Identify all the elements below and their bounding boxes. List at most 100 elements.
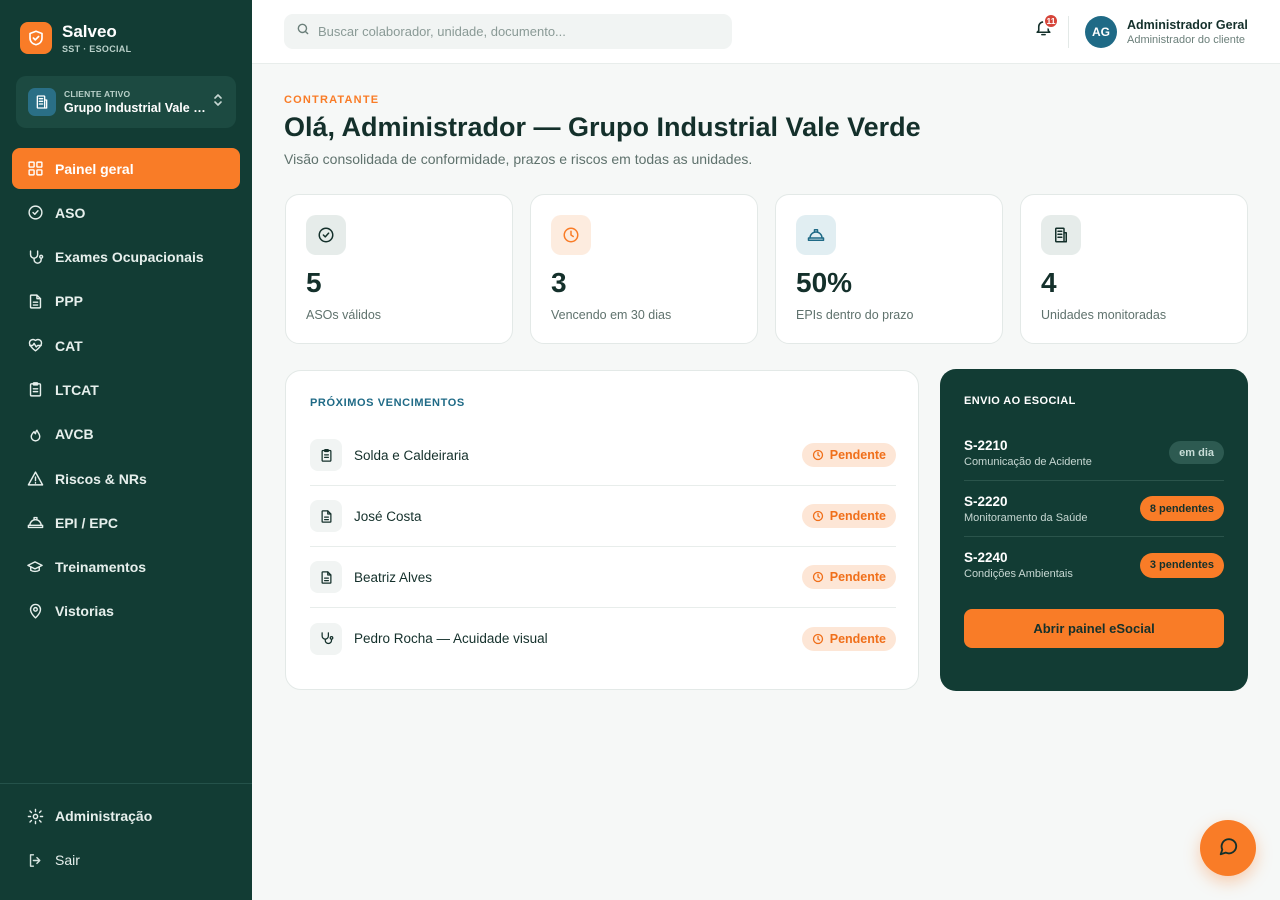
main-nav: Painel geral ASO Exames Ocupacionais PPP… [12,148,240,635]
sidebar-item-label: Treinamentos [55,559,147,576]
sidebar-item-ltcat[interactable]: LTCAT [12,369,240,410]
event-desc: Comunicação de Acidente [964,455,1092,468]
stat-card-asos[interactable]: 5 ASOs válidos [285,194,513,344]
warning-icon [26,470,44,488]
notifications-button[interactable]: 11 [1030,13,1059,43]
sidebar-item-vistorias[interactable]: Vistorias [12,591,240,632]
event-code: S-2220 [964,493,1008,509]
item-label: José Costa [354,508,422,524]
chat-button[interactable] [1200,820,1256,876]
client-selector[interactable]: CLIENTE ATIVO Grupo Industrial Vale Verd… [16,76,236,128]
item-label: Pedro Rocha — Acuidade visual [354,631,548,646]
avatar: AG [1085,16,1117,48]
sidebar-item-administracao[interactable]: Administração [12,796,240,836]
page-title: Olá, Administrador — Grupo Industrial Va… [284,112,921,142]
panel-title: PRÓXIMOS VENCIMENTOS [310,397,465,409]
logout-button[interactable]: Sair [12,840,240,880]
sidebar-item-label: PPP [55,293,84,310]
user-menu[interactable]: AG Administrador Geral Administrador do … [1085,16,1248,48]
sidebar-item-label: AVCB [55,426,94,443]
esocial-panel: ENVIO AO ESOCIAL S-2210 Comunicação de A… [940,369,1248,691]
check-circle-icon [306,215,346,255]
status-badge: 8 pendentes [1139,496,1224,521]
open-esocial-button[interactable]: Abrir painel eSocial [964,609,1224,648]
brand-subtitle: SST · ESOCIAL [62,43,132,54]
sidebar-item-ppp[interactable]: PPP [12,281,240,322]
item-label: Beatriz Alves [354,569,433,585]
search-icon [296,22,310,41]
esocial-event-list: S-2210 Comunicação de Acidente em dia S-… [964,425,1224,593]
brand-name: Salveo [62,21,117,41]
map-pin-icon [26,602,44,620]
deadline-list: Solda e Caldeiraria Pendente José Costa … [310,425,896,669]
esocial-event-s2240[interactable]: S-2240 Condições Ambientais 3 pendentes [964,537,1224,593]
stat-card-epis[interactable]: 50% EPIs dentro do prazo [775,194,1003,344]
stat-value: 5 [306,267,322,298]
sidebar-item-label: CAT [55,337,83,354]
stat-value: 4 [1041,267,1057,298]
sidebar-item-exames[interactable]: Exames Ocupacionais [12,237,240,278]
bottom-nav: Administração Sair [12,796,240,884]
search-input[interactable] [318,24,718,39]
stat-card-vencendo[interactable]: 3 Vencendo em 30 dias [530,194,758,344]
list-item[interactable]: Beatriz Alves Pendente [310,547,896,608]
esocial-event-s2210[interactable]: S-2210 Comunicação de Acidente em dia [964,425,1224,481]
page-eyebrow: CONTRATANTE [284,94,380,106]
sidebar-divider [0,783,252,784]
sidebar-item-label: Painel geral [55,160,134,177]
sidebar-item-treinamentos[interactable]: Treinamentos [12,547,240,588]
clipboard-icon [26,381,44,399]
event-desc: Condições Ambientais [964,568,1073,580]
event-code: S-2240 [964,550,1008,565]
status-badge: Pendente [801,626,896,651]
clipboard-icon [310,439,342,471]
chevron-up-down-icon [212,93,224,112]
list-item[interactable]: José Costa Pendente [310,486,896,547]
status-badge: Pendente [801,443,896,467]
sidebar-item-label: Riscos & NRs [55,470,147,487]
user-role: Administrador do cliente [1127,34,1246,46]
sidebar: Salveo SST · ESOCIAL CLIENTE ATIVO Grupo… [0,0,252,900]
hard-hat-icon [26,514,44,532]
sidebar-item-label: Exames Ocupacionais [55,249,204,266]
stat-value: 3 [551,267,567,298]
user-name: Administrador Geral [1127,18,1248,32]
sidebar-item-label: Vistorias [55,603,114,620]
sidebar-item-riscos[interactable]: Riscos & NRs [12,458,240,499]
stat-label: Vencendo em 30 dias [551,308,672,322]
status-text: Pendente [829,570,886,584]
status-badge: em dia [1169,441,1224,464]
clock-icon [812,571,823,583]
esocial-event-s2220[interactable]: S-2220 Monitoramento da Saúde 8 pendente… [964,481,1224,537]
status-text: Pendente [829,448,886,462]
document-icon [310,561,342,593]
client-label: CLIENTE ATIVO [64,89,131,99]
list-item[interactable]: Solda e Caldeiraria Pendente [310,425,896,486]
stat-label: EPIs dentro do prazo [796,308,914,322]
clock-icon [551,215,591,255]
list-item[interactable]: Pedro Rocha — Acuidade visual Pendente [310,608,896,669]
clock-icon [812,449,823,461]
status-text: Pendente [829,509,886,523]
event-code: S-2210 [964,437,1008,453]
stethoscope-icon [310,622,342,655]
sidebar-item-epi-epc[interactable]: EPI / EPC [12,502,240,543]
building-icon [28,88,56,116]
sidebar-item-cat[interactable]: CAT [12,325,240,366]
stat-card-unidades[interactable]: 4 Unidades monitoradas [1020,194,1248,344]
sidebar-item-avcb[interactable]: AVCB [12,414,240,455]
shield-logo-icon [20,22,52,54]
event-desc: Monitoramento da Saúde [964,511,1088,524]
sidebar-item-label: LTCAT [55,381,99,398]
building-icon [1041,215,1081,255]
stethoscope-icon [26,248,44,266]
panel-title: ENVIO AO ESOCIAL [964,395,1076,407]
topbar-divider [1068,16,1069,48]
graduation-cap-icon [26,558,44,576]
clock-icon [812,510,823,522]
sidebar-item-aso[interactable]: ASO [12,192,240,233]
document-icon [26,292,44,310]
search-box[interactable] [284,14,732,49]
brand[interactable]: Salveo SST · ESOCIAL [20,22,131,54]
sidebar-item-painel-geral[interactable]: Painel geral [12,148,240,189]
